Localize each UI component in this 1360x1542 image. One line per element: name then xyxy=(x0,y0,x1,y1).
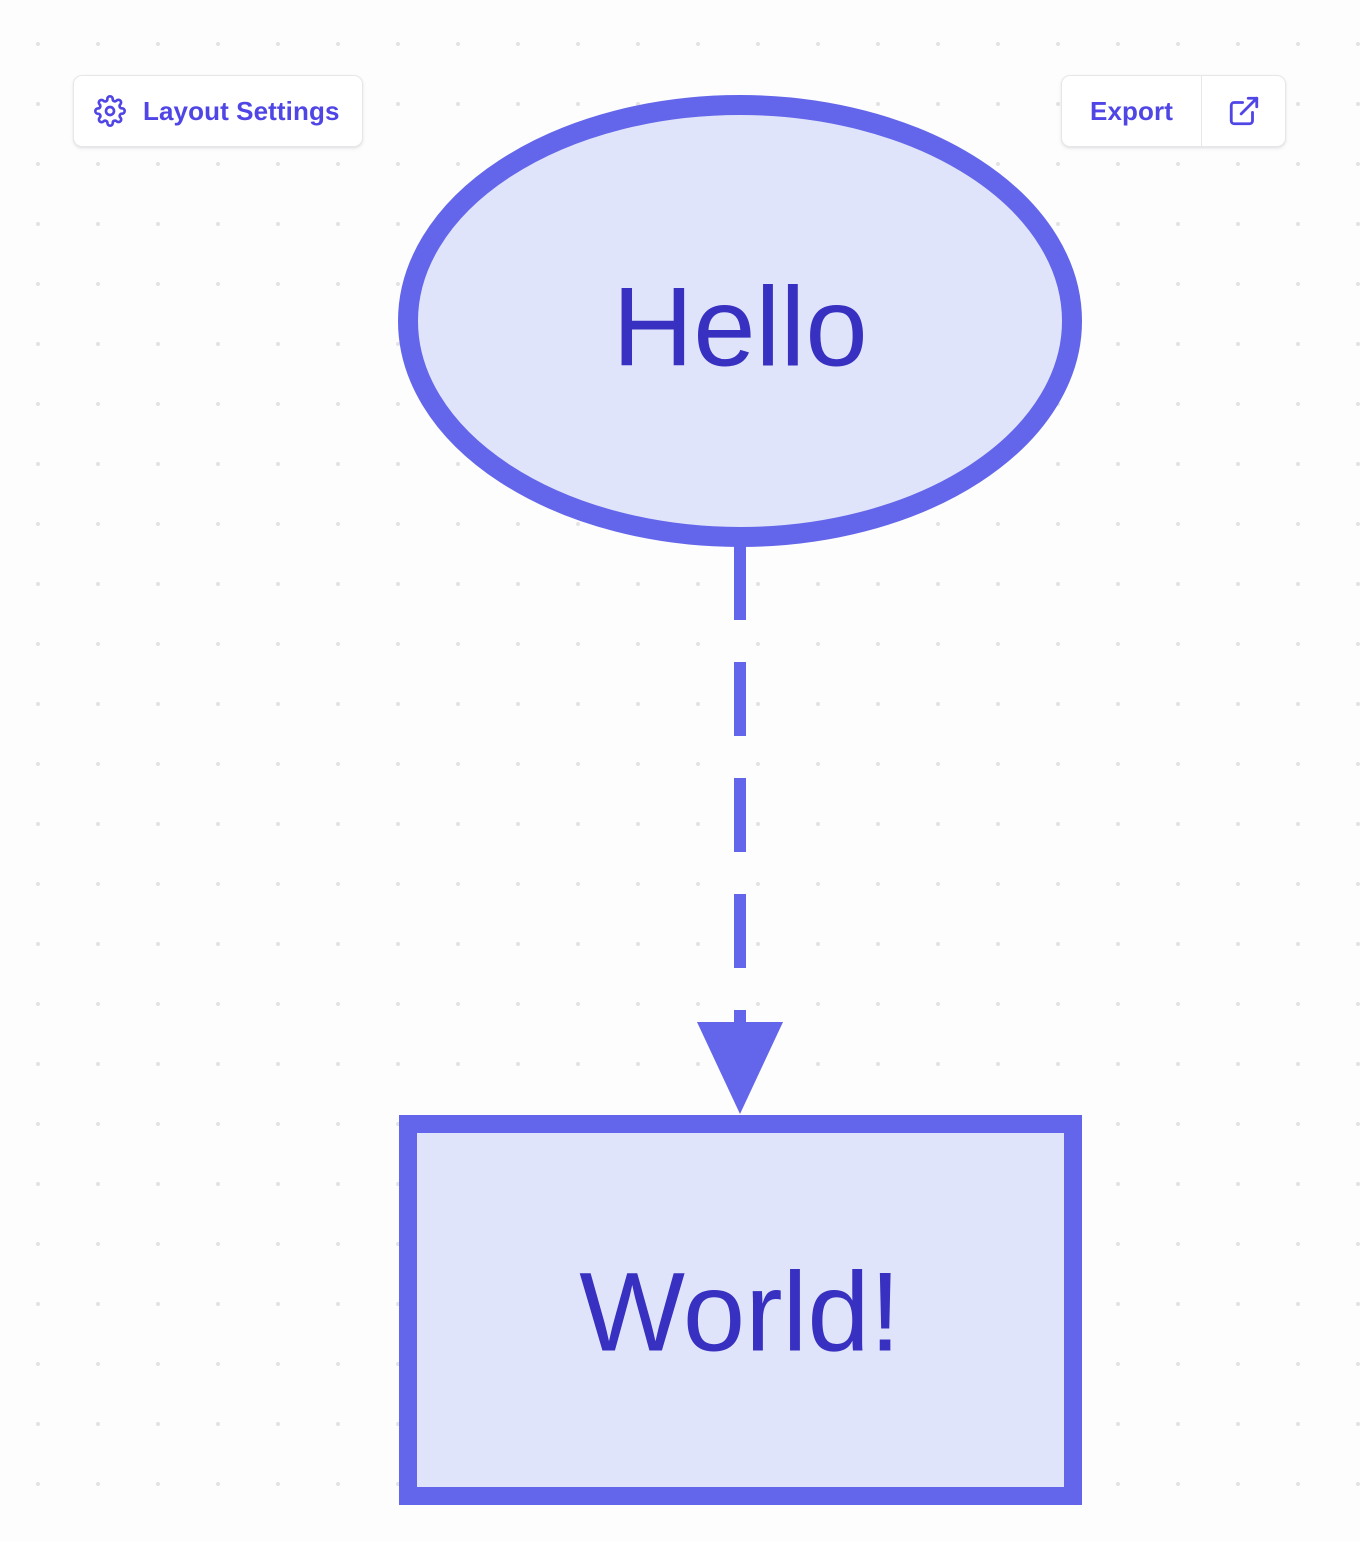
edge-arrowhead-icon xyxy=(697,1022,783,1114)
node-world-label: World! xyxy=(579,1250,901,1375)
layout-settings-button[interactable]: Layout Settings xyxy=(73,75,363,147)
layout-settings-label: Layout Settings xyxy=(143,95,340,126)
node-world[interactable]: World! xyxy=(399,1115,1082,1505)
external-link-icon xyxy=(1227,94,1261,128)
export-button[interactable]: Export xyxy=(1062,76,1201,146)
diagram-graph: Hello World! xyxy=(398,95,1082,1505)
export-label: Export xyxy=(1090,95,1173,126)
export-button-group: Export xyxy=(1061,75,1286,147)
node-hello-label: Hello xyxy=(612,265,867,390)
export-open-external-button[interactable] xyxy=(1202,76,1285,146)
gear-icon xyxy=(94,95,126,127)
edge-hello-to-world[interactable] xyxy=(697,546,783,1114)
node-hello[interactable]: Hello xyxy=(398,95,1082,547)
